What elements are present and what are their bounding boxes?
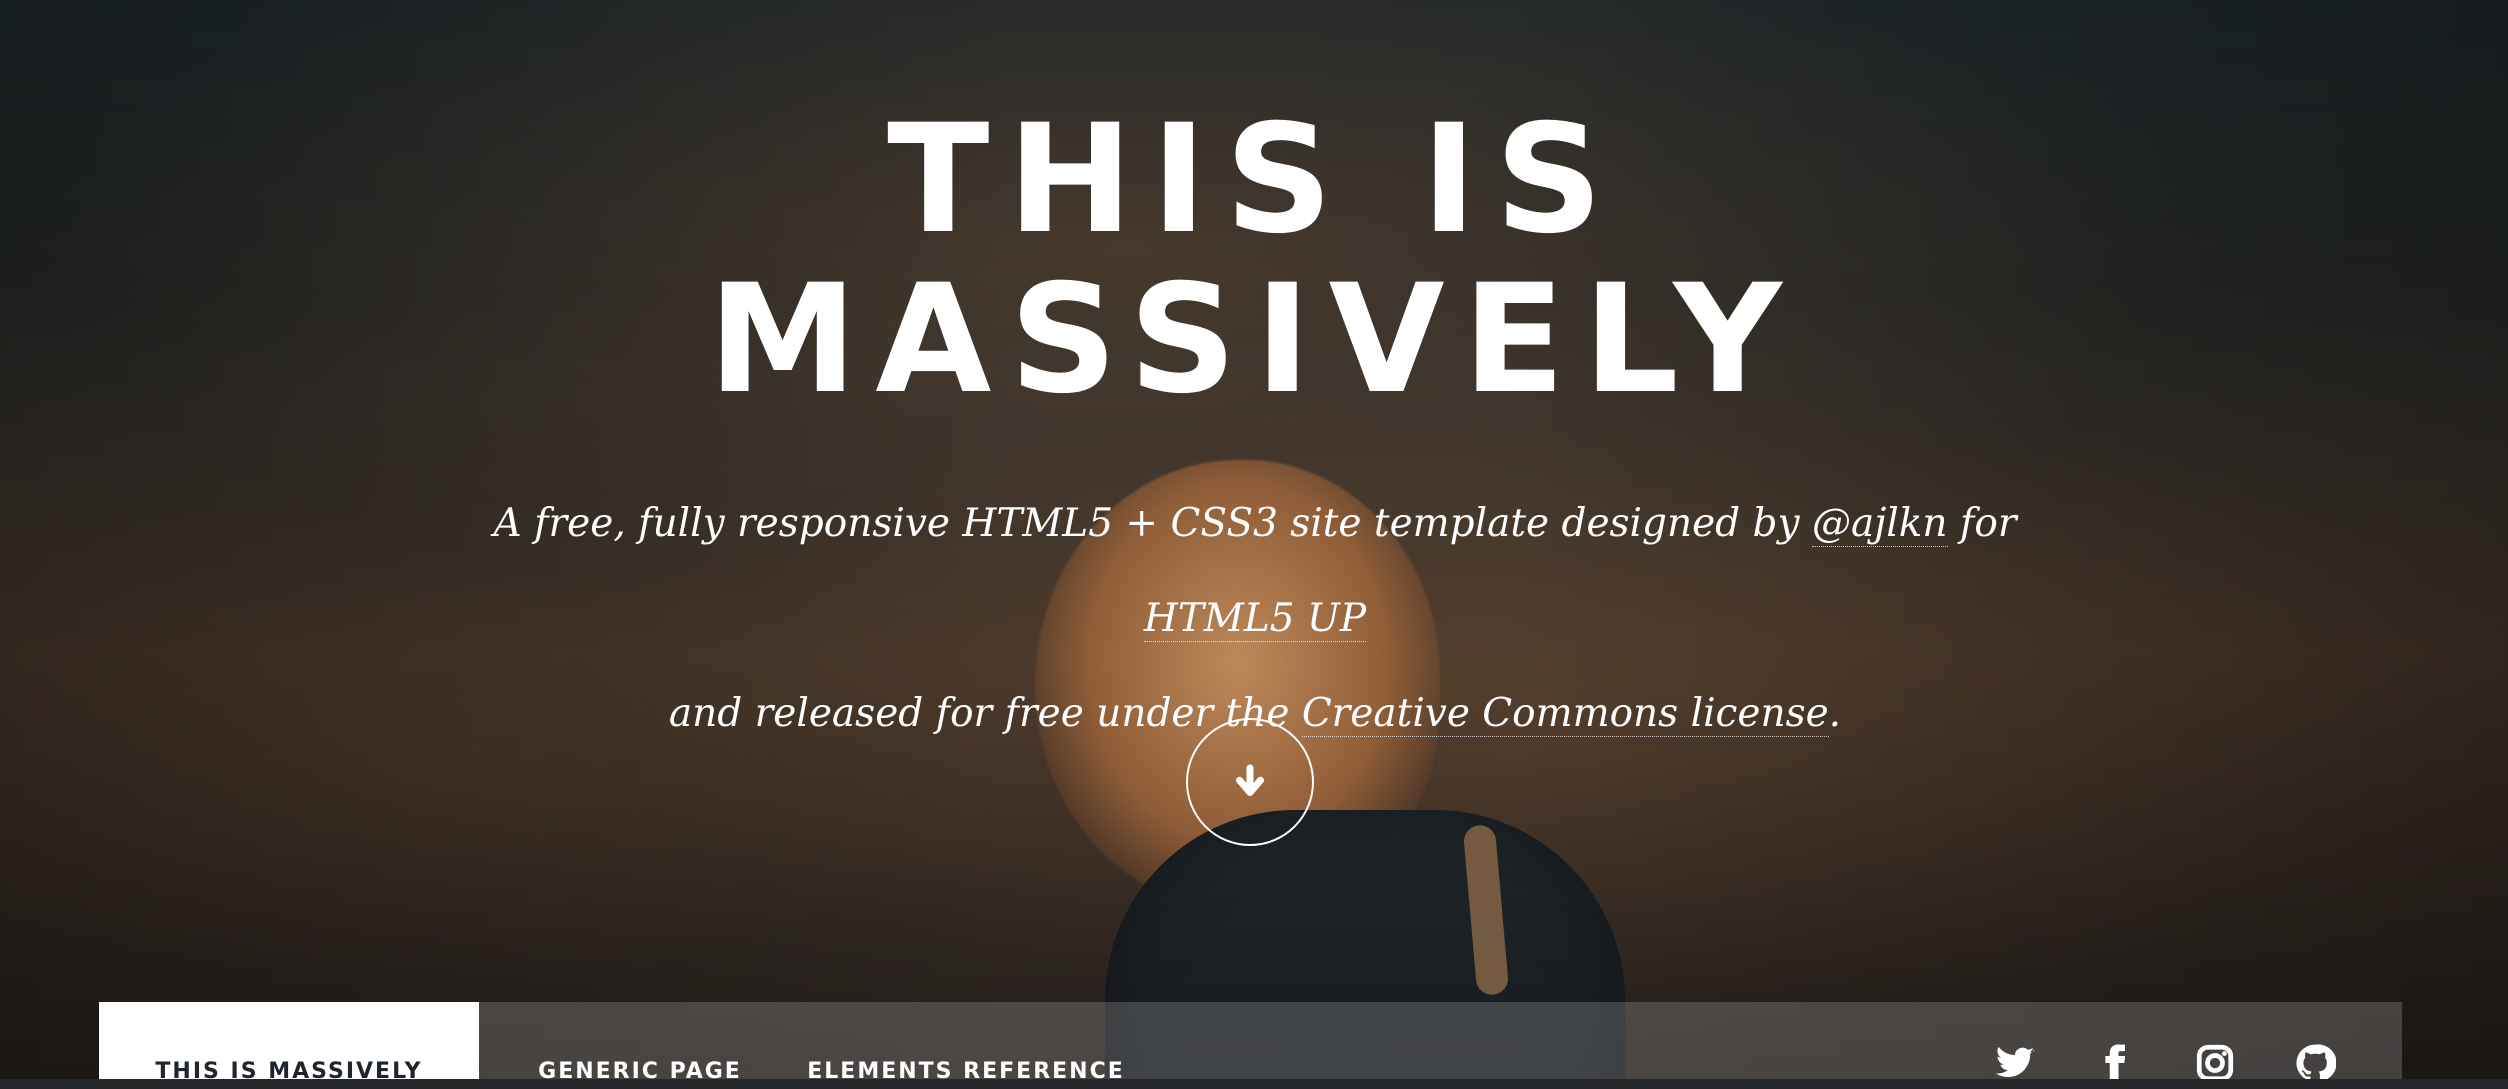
intro-line-2: and released for free under the: [668, 691, 1302, 736]
page-title-line-2: MASSIVELY: [708, 253, 1800, 427]
author-link[interactable]: @ajlkn: [1811, 501, 1948, 547]
twitter-icon: [1995, 1046, 2035, 1077]
html5up-link[interactable]: HTML5 UP: [1143, 596, 1367, 642]
github-icon: [2296, 1044, 2336, 1082]
intro-end: .: [1828, 691, 1842, 736]
page-title: THIS IS MASSIVELY: [0, 100, 2508, 420]
hero-content: THIS IS MASSIVELY A free, fully responsi…: [0, 0, 2508, 1000]
arrow-down-icon: [1236, 764, 1264, 796]
page-title-line-1: THIS IS: [887, 93, 1621, 267]
github-link[interactable]: [2294, 1042, 2336, 1084]
instagram-icon: [2196, 1044, 2234, 1082]
intro-prefix: A free, fully responsive HTML5 + CSS3 si…: [493, 501, 1812, 546]
instagram-link[interactable]: [2194, 1042, 2236, 1084]
nav-item-elements-reference[interactable]: ELEMENTS REFERENCE: [801, 1002, 1131, 1089]
facebook-link[interactable]: [2094, 1042, 2136, 1084]
scroll-down-button[interactable]: [1186, 718, 1314, 846]
main-navigation: THIS IS MASSIVELY GENERIC PAGE ELEMENTS …: [99, 1002, 2402, 1089]
social-links: [1994, 1042, 2336, 1084]
facebook-icon: [2105, 1044, 2126, 1083]
intro-mid: for: [1947, 501, 2017, 546]
nav-item-generic-page[interactable]: GENERIC PAGE: [479, 1002, 801, 1089]
nav-item-this-is-massively[interactable]: THIS IS MASSIVELY: [99, 1002, 479, 1089]
hero-section: THIS IS MASSIVELY A free, fully responsi…: [0, 0, 2508, 1089]
navigation-bottom-edge: [0, 1079, 2508, 1089]
twitter-link[interactable]: [1994, 1042, 2036, 1084]
creative-commons-link[interactable]: Creative Commons license: [1301, 691, 1829, 737]
